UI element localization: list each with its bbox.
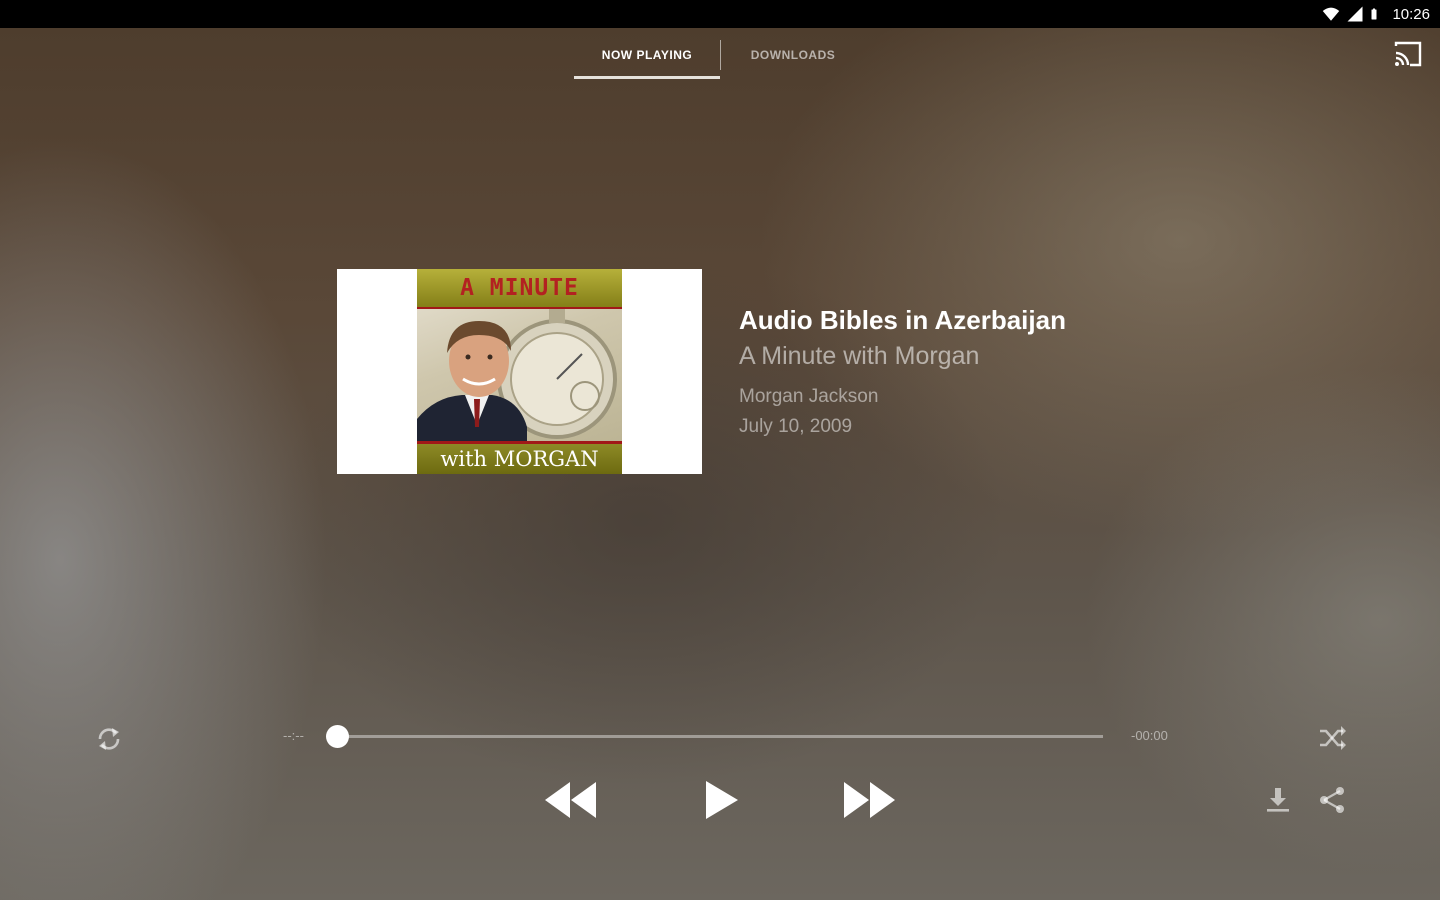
artwork-image: A MINUTE with MORGAN (417, 269, 622, 474)
wifi-icon (1323, 7, 1340, 21)
podcast-name: A Minute with Morgan (739, 342, 980, 370)
elapsed-time: --:-- (283, 728, 304, 743)
download-icon[interactable] (1262, 784, 1294, 816)
rewind-icon[interactable] (542, 779, 600, 821)
seek-bar[interactable] (326, 725, 1103, 748)
share-icon[interactable] (1316, 784, 1348, 816)
repeat-icon[interactable] (93, 723, 125, 755)
remaining-time: -00:00 (1131, 728, 1168, 743)
podcast-artwork: A MINUTE with MORGAN (337, 269, 702, 474)
episode-info: Audio Bibles in Azerbaijan A Minute with… (739, 302, 1299, 442)
play-icon[interactable] (700, 778, 742, 822)
tab-downloads[interactable]: DOWNLOADS (721, 31, 865, 79)
episode-date: July 10, 2009 (739, 416, 853, 437)
tab-now-playing[interactable]: NOW PLAYING (574, 31, 720, 79)
blurred-background (0, 0, 1440, 900)
status-bar: 10:26 (0, 0, 1440, 28)
episode-author: Morgan Jackson (739, 386, 879, 407)
battery-icon (1371, 8, 1377, 20)
artwork-subtitle-banner: with MORGAN (417, 441, 622, 474)
episode-title: Audio Bibles in Azerbaijan (739, 305, 1066, 335)
shuffle-icon[interactable] (1316, 722, 1348, 754)
tab-bar: NOW PLAYING DOWNLOADS (574, 30, 865, 80)
fast-forward-icon[interactable] (840, 779, 898, 821)
host-portrait (417, 321, 527, 443)
artwork-title-banner: A MINUTE (417, 269, 622, 309)
cell-signal-icon (1347, 6, 1363, 22)
cast-icon[interactable] (1393, 40, 1423, 68)
seek-thumb[interactable] (326, 725, 349, 748)
status-time: 10:26 (1392, 5, 1430, 23)
